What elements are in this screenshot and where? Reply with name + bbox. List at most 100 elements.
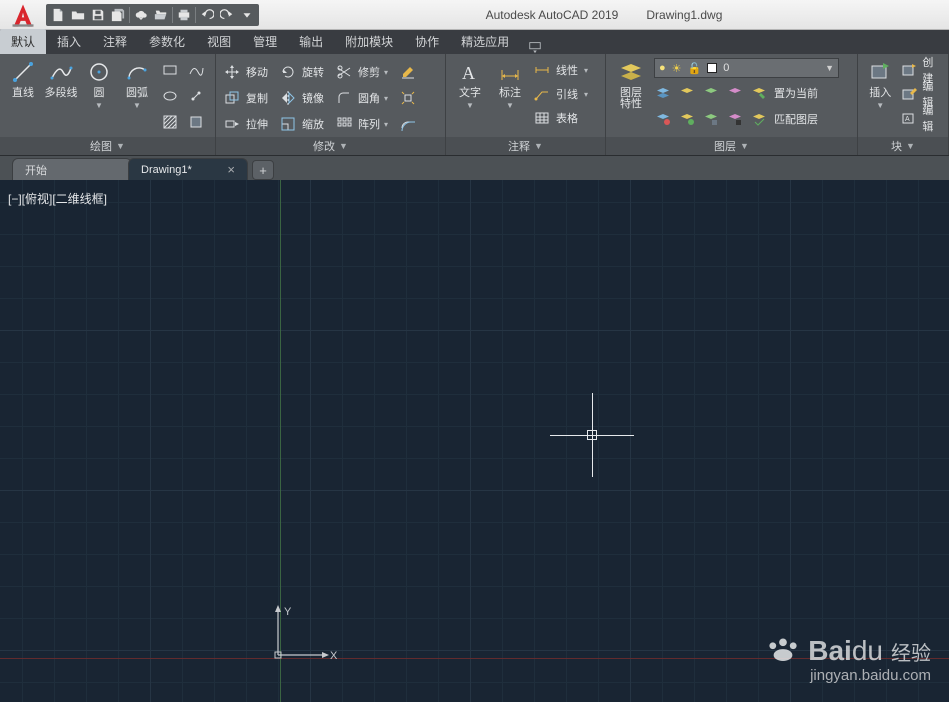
panel-title-draw[interactable]: 绘图▼ xyxy=(0,137,215,155)
qat-undo-icon[interactable] xyxy=(197,5,217,25)
tab-addins[interactable]: 附加模块 xyxy=(334,29,404,54)
hatch-icon[interactable] xyxy=(158,110,182,134)
grid xyxy=(0,180,949,702)
tool-linear[interactable]: 线性▾ xyxy=(532,58,588,82)
tool-array[interactable]: 阵列▾ xyxy=(334,112,388,136)
tool-fillet[interactable]: 圆角▾ xyxy=(334,86,388,110)
tool-leader[interactable]: 引线▾ xyxy=(532,82,588,106)
tool-table[interactable]: 表格 xyxy=(532,106,588,130)
qat-openfolder-icon[interactable] xyxy=(151,5,171,25)
tool-circle[interactable]: 圆 ▼ xyxy=(82,58,116,110)
layer-mini-3-icon[interactable] xyxy=(702,84,720,102)
viewport-label[interactable]: [−][俯视][二维线框] xyxy=(8,190,107,207)
qat-cloud-icon[interactable] xyxy=(131,5,151,25)
tab-manage[interactable]: 管理 xyxy=(242,29,288,54)
tool-dimension[interactable]: 标注 ▼ xyxy=(492,58,528,110)
qat-print-icon[interactable] xyxy=(174,5,194,25)
app-title: Autodesk AutoCAD 2019 xyxy=(486,8,619,22)
layer-mini-4-icon[interactable] xyxy=(726,84,744,102)
layer-mini-2-icon[interactable] xyxy=(678,84,696,102)
region-icon[interactable] xyxy=(184,110,208,134)
tab-annotate[interactable]: 注释 xyxy=(92,29,138,54)
tab-default[interactable]: 默认 xyxy=(0,29,46,54)
tool-text[interactable]: A 文字 ▼ xyxy=(452,58,488,110)
tab-parametric[interactable]: 参数化 xyxy=(138,29,196,54)
rectangle-icon[interactable] xyxy=(158,58,182,82)
match-layer-icon[interactable] xyxy=(750,110,768,128)
table-icon xyxy=(532,108,552,128)
arc-icon xyxy=(123,58,151,86)
dropdown-icon: ▼ xyxy=(95,101,103,110)
tool-arc[interactable]: 圆弧 ▼ xyxy=(120,58,154,110)
doctab-drawing1[interactable]: Drawing1*× xyxy=(128,158,248,180)
tab-collab[interactable]: 协作 xyxy=(404,29,450,54)
tool-offset[interactable] xyxy=(398,112,418,136)
file-name: Drawing1.dwg xyxy=(646,8,722,22)
tool-polyline[interactable]: 多段线 xyxy=(44,58,78,99)
tool-move[interactable]: 移动 xyxy=(222,60,268,84)
tab-featured[interactable]: 精选应用 xyxy=(450,29,520,54)
qat-save-icon[interactable] xyxy=(88,5,108,25)
tool-layer-props[interactable]: 图层 特性 xyxy=(612,58,650,110)
spline-icon[interactable] xyxy=(184,58,208,82)
ucs-icon[interactable]: Y X xyxy=(270,597,340,670)
edit-block-icon xyxy=(900,84,918,104)
tool-trim[interactable]: 修剪▾ xyxy=(334,60,388,84)
tool-copy[interactable]: 复制 xyxy=(222,86,268,110)
tab-insert[interactable]: 插入 xyxy=(46,29,92,54)
create-block-icon xyxy=(900,60,918,80)
layer-mini-6-icon[interactable] xyxy=(678,110,696,128)
make-current-icon[interactable] xyxy=(750,84,768,102)
tab-output[interactable]: 输出 xyxy=(288,29,334,54)
layer-mini-5-icon[interactable] xyxy=(654,110,672,128)
ucs-y-label: Y xyxy=(284,606,292,618)
ucs-x-label: X xyxy=(330,650,338,662)
tool-insert-block[interactable]: 插入 ▼ xyxy=(864,58,896,110)
layer-props-icon xyxy=(617,58,645,86)
set-current-label[interactable]: 置为当前 xyxy=(774,85,818,101)
point-icon[interactable] xyxy=(184,84,208,108)
tab-view[interactable]: 视图 xyxy=(196,29,242,54)
drawing-canvas[interactable]: [−][俯视][二维线框] Y X Baidu 经验 jingyan.baidu… xyxy=(0,180,949,702)
panel-annotate: A 文字 ▼ 标注 ▼ 线性▾ 引线▾ 表格 注释▼ xyxy=(446,54,606,155)
explode-icon xyxy=(398,88,418,108)
layer-mini-7-icon[interactable] xyxy=(702,110,720,128)
draw-small-tools xyxy=(158,58,208,134)
panel-title-layers[interactable]: 图层▼ xyxy=(606,137,857,155)
leader-icon xyxy=(532,84,552,104)
layer-mini-8-icon[interactable] xyxy=(726,110,744,128)
app-logo[interactable] xyxy=(4,1,42,29)
copy-icon xyxy=(222,88,242,108)
qat-saveall-icon[interactable] xyxy=(108,5,128,25)
stretch-icon xyxy=(222,114,242,134)
tool-scale[interactable]: 缩放 xyxy=(278,112,324,136)
tool-mirror[interactable]: 镜像 xyxy=(278,86,324,110)
move-icon xyxy=(222,62,242,82)
layer-dropdown[interactable]: ● ☀ 🔓 0 ▼ xyxy=(654,58,839,78)
close-tab-icon[interactable]: × xyxy=(227,162,235,177)
tool-stretch[interactable]: 拉伸 xyxy=(222,112,268,136)
tab-overflow-icon[interactable] xyxy=(526,40,544,54)
dropdown-icon: ▼ xyxy=(506,101,514,110)
dropdown-icon: ▼ xyxy=(876,101,884,110)
tool-line[interactable]: 直线 xyxy=(6,58,40,99)
layer-mini-1-icon[interactable] xyxy=(654,84,672,102)
offset-icon xyxy=(398,114,418,134)
bulb-icon: ● xyxy=(659,62,666,74)
qat-dropdown-icon[interactable] xyxy=(237,5,257,25)
tool-erase[interactable] xyxy=(398,60,418,84)
panel-title-modify[interactable]: 修改▼ xyxy=(216,137,445,155)
doctab-start[interactable]: 开始 xyxy=(12,158,132,180)
lock-icon: 🔓 xyxy=(688,62,702,75)
qat-redo-icon[interactable] xyxy=(217,5,237,25)
tool-rotate[interactable]: 旋转 xyxy=(278,60,324,84)
ellipse-icon[interactable] xyxy=(158,84,182,108)
tool-edit-attr[interactable]: A编辑 xyxy=(900,106,942,130)
new-tab-button[interactable]: + xyxy=(252,160,274,180)
match-layer-label[interactable]: 匹配图层 xyxy=(774,111,818,127)
tool-explode[interactable] xyxy=(398,86,418,110)
qat-new-icon[interactable] xyxy=(48,5,68,25)
panel-title-block[interactable]: 块▼ xyxy=(858,137,948,155)
panel-title-annotate[interactable]: 注释▼ xyxy=(446,137,605,155)
qat-open-icon[interactable] xyxy=(68,5,88,25)
